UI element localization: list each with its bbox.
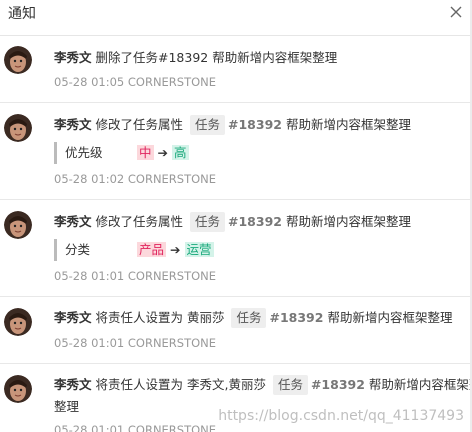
notification-item[interactable]: 李秀文 修改了任务属性 任务 #18392 帮助新增内容框架整理 优先级 中 ➔ 高 0… (0, 104, 472, 200)
panel-title: 通知 (8, 6, 36, 22)
notification-text: 李秀文 将责任人设置为 李秀文,黄丽莎 任务 #18392 帮助新增内容框架整 (54, 375, 472, 395)
notification-panel: 通知 李秀文 删除了任务#18392 帮助新增内容框架整理 05-28 01:0… (0, 0, 472, 432)
task-title-continuation[interactable]: 整理 (54, 397, 79, 417)
avatar (4, 46, 32, 74)
new-value: 高 (172, 145, 189, 160)
notification-item[interactable]: 李秀文 将责任人设置为 黄丽莎 任务 #18392 帮助新增内容框架整理 05-2… (0, 298, 472, 364)
panel-header: 通知 (0, 0, 472, 36)
old-value: 中 (137, 145, 154, 160)
task-title[interactable]: 帮助新增内容框架整 (369, 377, 472, 392)
task-number[interactable]: #18392 (311, 377, 365, 392)
notification-meta: 05-28 01:01 CORNERSTONE (54, 269, 217, 283)
action-text: 删除了任务#18392 帮助新增内容框架整理 (95, 50, 338, 65)
notification-item[interactable]: 李秀文 修改了任务属性 任务 #18392 帮助新增内容框架整理 分类 产品 ➔ 运营 … (0, 201, 472, 297)
notification-meta: 05-28 01:02 CORNERSTONE (54, 172, 217, 186)
change-field: 优先级 (65, 145, 103, 160)
notification-meta: 05-28 01:05 CORNERSTONE (54, 75, 217, 89)
task-number[interactable]: #18392 (228, 117, 282, 132)
task-title[interactable]: 帮助新增内容框架整理 (286, 117, 411, 132)
task-tag: 任务 (231, 308, 267, 328)
property-change: 分类 产品 ➔ 运营 (54, 239, 214, 261)
task-tag: 任务 (190, 115, 226, 135)
user-name[interactable]: 李秀文 (54, 214, 92, 229)
property-change: 优先级 中 ➔ 高 (54, 142, 189, 164)
task-tag: 任务 (272, 375, 308, 395)
action-text: 将责任人设置为 李秀文,黄丽莎 (95, 377, 266, 392)
avatar (4, 375, 32, 403)
user-name[interactable]: 李秀文 (54, 310, 92, 325)
avatar (4, 114, 32, 142)
new-value: 运营 (184, 242, 214, 257)
user-name[interactable]: 李秀文 (54, 377, 92, 392)
arrow-right-icon: ➔ (157, 145, 168, 160)
change-field: 分类 (65, 242, 91, 257)
avatar (4, 211, 32, 239)
notification-text: 李秀文 修改了任务属性 任务 #18392 帮助新增内容框架整理 (54, 115, 411, 135)
task-number[interactable]: #18392 (269, 310, 323, 325)
notification-meta: 05-28 01:01 CORNERSTONE (54, 336, 217, 350)
notification-text: 李秀文 修改了任务属性 任务 #18392 帮助新增内容框架整理 (54, 212, 411, 232)
avatar (4, 308, 32, 336)
notification-text: 李秀文 删除了任务#18392 帮助新增内容框架整理 (54, 48, 337, 68)
user-name[interactable]: 李秀文 (54, 117, 92, 132)
action-text: 修改了任务属性 (95, 117, 184, 132)
notification-meta: 05-28 01:01 CORNERSTONE (54, 423, 217, 432)
task-number[interactable]: #18392 (228, 214, 282, 229)
notification-item[interactable]: 李秀文 删除了任务#18392 帮助新增内容框架整理 05-28 01:05 C… (0, 37, 472, 103)
action-text: 修改了任务属性 (95, 214, 184, 229)
task-tag: 任务 (190, 212, 226, 232)
action-text: 将责任人设置为 黄丽莎 (95, 310, 225, 325)
close-icon[interactable] (448, 4, 464, 20)
user-name[interactable]: 李秀文 (54, 50, 92, 65)
arrow-right-icon: ➔ (170, 242, 181, 257)
task-title[interactable]: 帮助新增内容框架整理 (327, 310, 452, 325)
notification-text: 李秀文 将责任人设置为 黄丽莎 任务 #18392 帮助新增内容框架整理 (54, 308, 452, 328)
old-value: 产品 (137, 242, 167, 257)
task-title[interactable]: 帮助新增内容框架整理 (286, 214, 411, 229)
watermark: https://blog.csdn.net/qq_41137493 (218, 408, 464, 424)
